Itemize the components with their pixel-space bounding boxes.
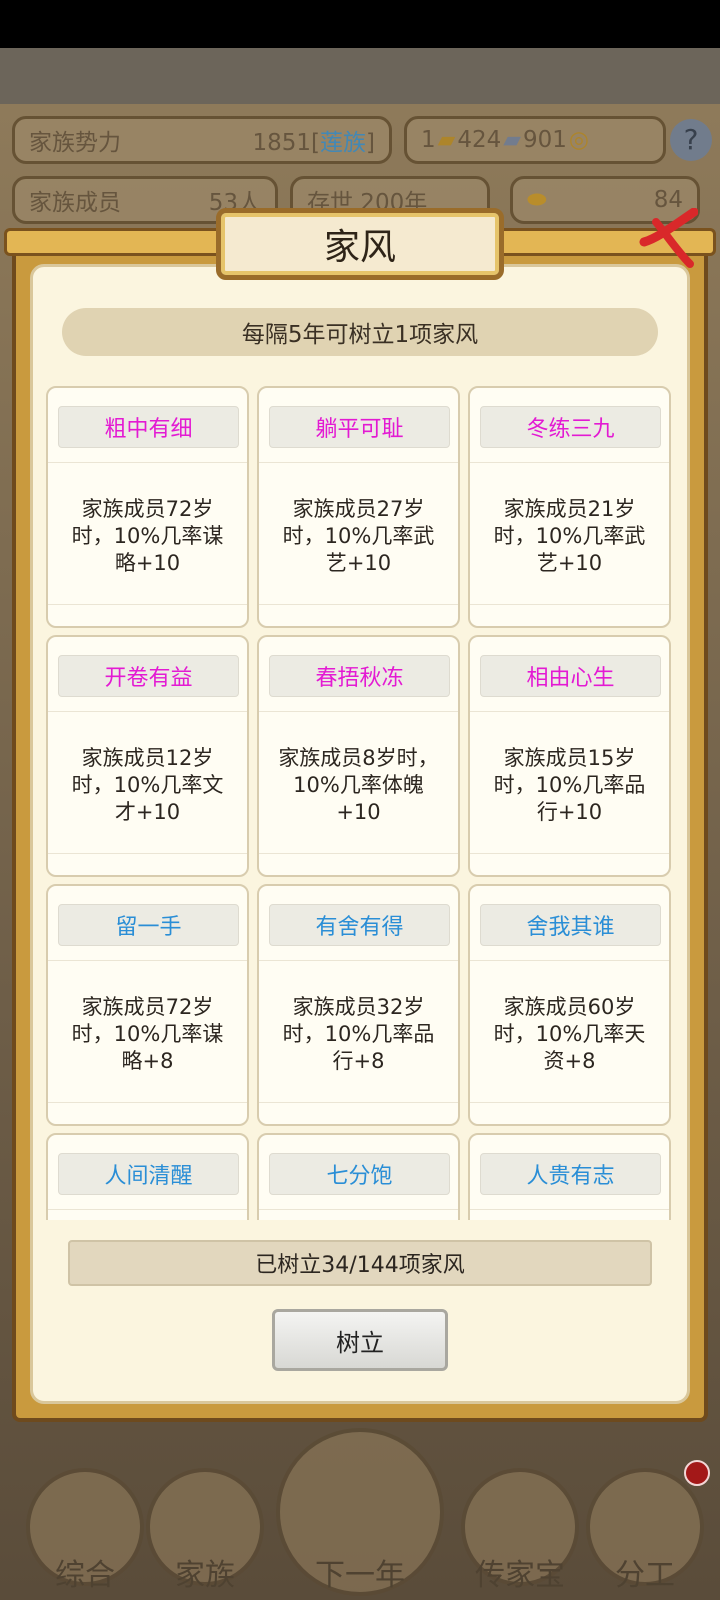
family-style-card[interactable]: 七分饱 bbox=[257, 1133, 460, 1220]
card-description: 家族成员12岁时，10%几率文才+10 bbox=[71, 746, 224, 824]
card-title: 躺平可耻 bbox=[269, 406, 450, 448]
top-bar bbox=[0, 48, 720, 104]
status-bar bbox=[0, 0, 720, 48]
family-style-card[interactable]: 躺平可耻家族成员27岁时，10%几率武艺+10 bbox=[257, 386, 460, 628]
card-divider bbox=[48, 853, 247, 854]
card-title: 有舍有得 bbox=[269, 904, 450, 946]
progress-text: 已树立34/144项家风 bbox=[68, 1240, 652, 1286]
card-title: 春捂秋冻 bbox=[269, 655, 450, 697]
card-description: 家族成员72岁时，10%几率谋略+8 bbox=[71, 995, 224, 1073]
silver-bar-icon: ▰ bbox=[503, 127, 521, 153]
nav-comprehensive[interactable]: 综合 bbox=[20, 1468, 150, 1600]
gold-ingot-icon: ⬬ bbox=[527, 187, 547, 213]
family-style-card[interactable]: 春捂秋冻家族成员8岁时，10%几率体魄+10 bbox=[257, 635, 460, 877]
card-divider bbox=[48, 462, 247, 463]
nav-division[interactable]: 分工 bbox=[580, 1468, 710, 1600]
nav-family[interactable]: 家族 bbox=[140, 1468, 270, 1600]
family-style-card[interactable]: 相由心生家族成员15岁时，10%几率品行+10 bbox=[468, 635, 671, 877]
card-title: 粗中有细 bbox=[58, 406, 239, 448]
card-divider bbox=[48, 960, 247, 961]
card-description: 家族成员32岁时，10%几率品行+8 bbox=[282, 995, 435, 1073]
nav-heirloom[interactable]: 传家宝 bbox=[450, 1468, 590, 1600]
help-icon[interactable]: ? bbox=[670, 119, 712, 161]
family-power-rank: 莲族 bbox=[320, 130, 367, 156]
establish-button[interactable]: 树立 bbox=[272, 1309, 448, 1371]
card-description: 家族成员60岁时，10%几率天资+8 bbox=[493, 995, 646, 1073]
close-button[interactable] bbox=[638, 207, 699, 268]
card-divider bbox=[259, 960, 458, 961]
card-divider bbox=[48, 1102, 247, 1103]
family-style-card[interactable]: 人贵有志 bbox=[468, 1133, 671, 1220]
card-description: 家族成员21岁时，10%几率武艺+10 bbox=[493, 497, 646, 575]
family-style-card[interactable]: 有舍有得家族成员32岁时，10%几率品行+8 bbox=[257, 884, 460, 1126]
card-divider bbox=[470, 604, 669, 605]
card-description: 家族成员27岁时，10%几率武艺+10 bbox=[282, 497, 435, 575]
card-title: 冬练三九 bbox=[480, 406, 661, 448]
family-style-card[interactable]: 舍我其谁家族成员60岁时，10%几率天资+8 bbox=[468, 884, 671, 1126]
card-divider bbox=[48, 604, 247, 605]
card-divider bbox=[259, 462, 458, 463]
family-style-card[interactable]: 人间清醒 bbox=[46, 1133, 249, 1220]
card-title: 相由心生 bbox=[480, 655, 661, 697]
family-power-stat: 家族势力 1851[莲族] bbox=[12, 116, 392, 164]
card-title: 七分饱 bbox=[269, 1153, 450, 1195]
family-style-card[interactable]: 冬练三九家族成员21岁时，10%几率武艺+10 bbox=[468, 386, 671, 628]
notification-dot bbox=[684, 1460, 710, 1486]
card-title: 舍我其谁 bbox=[480, 904, 661, 946]
card-description: 家族成员8岁时，10%几率体魄+10 bbox=[278, 746, 439, 824]
nav-next-year[interactable]: 下一年 bbox=[270, 1428, 450, 1600]
card-title: 人间清醒 bbox=[58, 1153, 239, 1195]
card-divider bbox=[48, 711, 247, 712]
card-divider bbox=[259, 853, 458, 854]
info-text: 每隔5年可树立1项家风 bbox=[62, 308, 658, 356]
family-style-grid[interactable]: 粗中有细 家族成员72岁时，10%几率谋略+10 躺平可耻 家族成员27岁时，10%几… bbox=[46, 386, 674, 1220]
card-divider bbox=[470, 1102, 669, 1103]
card-title: 人贵有志 bbox=[480, 1153, 661, 1195]
card-divider bbox=[470, 960, 669, 961]
resources-stat: 1 ▰ 424 ▰ 901 ◎ bbox=[404, 116, 666, 164]
card-divider bbox=[48, 1209, 247, 1210]
modal-title: 家风 bbox=[216, 208, 504, 280]
family-style-card[interactable]: 开卷有益家族成员12岁时，10%几率文才+10 bbox=[46, 635, 249, 877]
card-title: 开卷有益 bbox=[58, 655, 239, 697]
card-description: 家族成员15岁时，10%几率品行+10 bbox=[493, 746, 646, 824]
card-divider bbox=[470, 1209, 669, 1210]
card-title: 留一手 bbox=[58, 904, 239, 946]
card-divider bbox=[259, 1102, 458, 1103]
card-divider bbox=[470, 711, 669, 712]
family-style-card[interactable]: 粗中有细家族成员72岁时，10%几率谋略+10 bbox=[46, 386, 249, 628]
card-divider bbox=[259, 604, 458, 605]
card-divider bbox=[470, 462, 669, 463]
card-description: 家族成员72岁时，10%几率谋略+10 bbox=[71, 497, 224, 575]
card-divider bbox=[259, 711, 458, 712]
coin-icon: ◎ bbox=[568, 127, 589, 153]
family-style-card[interactable]: 留一手家族成员72岁时，10%几率谋略+8 bbox=[46, 884, 249, 1126]
gold-bar-icon: ▰ bbox=[437, 127, 456, 153]
card-divider bbox=[470, 853, 669, 854]
card-divider bbox=[259, 1209, 458, 1210]
close-icon bbox=[639, 207, 699, 268]
